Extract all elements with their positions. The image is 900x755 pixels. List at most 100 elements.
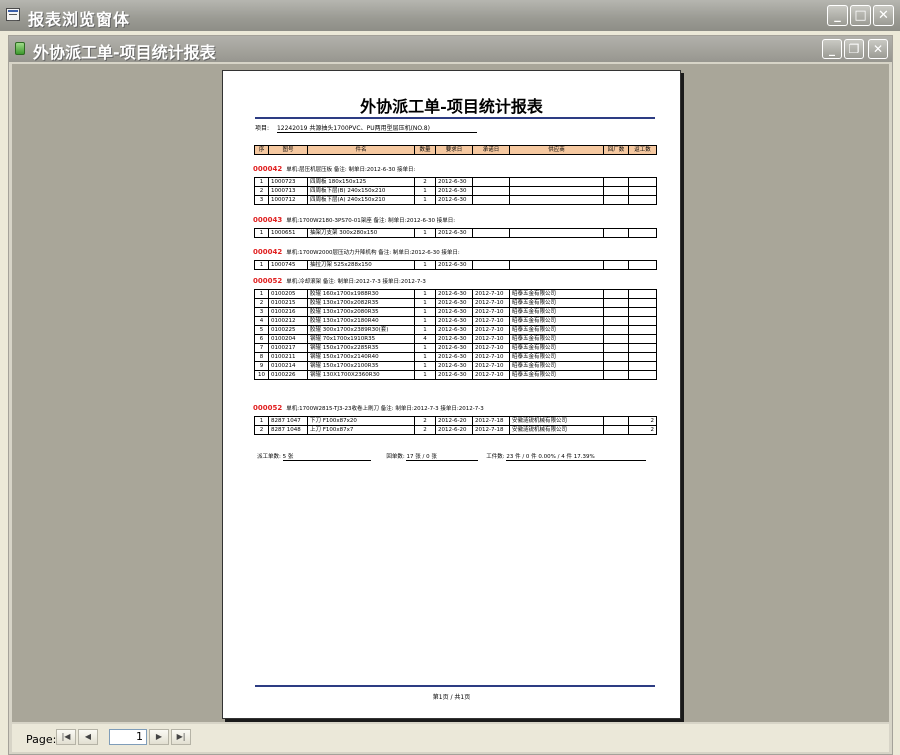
table-cell [628, 334, 657, 344]
group-table: 1 1000745 抽拉刀架 525x288x150 1 2012-6-30 [254, 260, 657, 270]
table-cell: 2012-7-18 [472, 416, 510, 426]
table-cell [603, 186, 629, 196]
table-cell [628, 177, 657, 187]
table-cell: 7 [254, 343, 269, 353]
table-cell: 2012-6-30 [435, 260, 473, 270]
table-cell: 2012-6-30 [435, 228, 473, 238]
table-cell: 昭泰五金有限公司 [509, 343, 604, 353]
table-cell [603, 316, 629, 326]
table-cell: 1 [414, 289, 436, 299]
child-minimize-button[interactable]: _ [822, 39, 842, 59]
table-row: 4 0100212 胶辊 130x1700x2180R40 1 2012-6-30 201… [254, 316, 657, 326]
table-cell [603, 425, 629, 435]
minimize-button[interactable]: _ [827, 5, 848, 26]
table-cell: 1 [414, 361, 436, 371]
child-title-bar: 外协派工单-项目统计报表 _ ❐ ✕ [9, 36, 892, 62]
table-cell [603, 416, 629, 426]
table-cell: 2012-6-20 [435, 416, 473, 426]
page-number-input[interactable]: 1 [109, 729, 147, 745]
table-cell: 1 [414, 298, 436, 308]
table-cell: 下刀 F100x87x20 [307, 416, 415, 426]
table-cell: 1 [414, 186, 436, 196]
table-cell: 0100217 [268, 343, 308, 353]
table-cell [628, 361, 657, 371]
table-cell: 1 [414, 325, 436, 335]
table-cell: 2012-6-30 [435, 195, 473, 205]
table-cell [509, 195, 604, 205]
table-cell [603, 370, 629, 380]
column-header: 序 [254, 145, 269, 155]
group-header: 000042 单机:1700W2000层压动力升降机构 备注: 制单日:2012-… [253, 248, 460, 256]
maximize-button[interactable]: □ [850, 5, 871, 26]
app-title-bar: 报表浏览窗体 _ □ ✕ [0, 0, 900, 31]
child-restore-button[interactable]: ❐ [844, 39, 864, 59]
table-cell [509, 177, 604, 187]
group-info: 单机:1700W2000层压动力升降机构 备注: 制单日:2012-6-30 接… [286, 250, 460, 256]
table-cell [628, 195, 657, 205]
table-row: 1 0100205 胶辊 160x1700x1988R30 1 2012-6-30 201… [254, 289, 657, 299]
table-cell: 4 [254, 316, 269, 326]
table-cell: 钢辊 70x1700x1910R35 [307, 334, 415, 344]
table-cell [472, 195, 510, 205]
table-cell [603, 361, 629, 371]
print-preview-area[interactable]: 外协派工单-项目统计报表 项目: 12242019 共源抽头1700PVC、PU… [12, 64, 889, 722]
table-cell [628, 370, 657, 380]
table-cell [603, 307, 629, 317]
table-cell: 10 [254, 370, 269, 380]
last-page-button[interactable]: ▶| [171, 729, 191, 745]
table-cell: 1000651 [268, 228, 308, 238]
column-header: 图号 [268, 145, 308, 155]
table-cell: 0100214 [268, 361, 308, 371]
table-cell: 2 [254, 298, 269, 308]
table-cell: 昭泰五金有限公司 [509, 361, 604, 371]
table-cell: 2012-7-10 [472, 298, 510, 308]
table-cell: 上刀 F100x87x7 [307, 425, 415, 435]
table-cell [603, 343, 629, 353]
table-cell: 4 [414, 334, 436, 344]
table-cell: 昭泰五金有限公司 [509, 325, 604, 335]
document-icon [15, 42, 25, 55]
table-cell [628, 186, 657, 196]
table-cell: 2012-7-10 [472, 361, 510, 371]
table-cell: 2012-7-10 [472, 316, 510, 326]
table-cell: 2012-6-20 [435, 425, 473, 435]
group-table: 1 0100205 胶辊 160x1700x1988R30 1 2012-6-30 201… [254, 289, 657, 380]
table-cell [628, 289, 657, 299]
next-page-button[interactable]: ▶ [149, 729, 169, 745]
table-cell: 胶辊 300x1700x2389R30(套) [307, 325, 415, 335]
table-cell: 2012-6-30 [435, 298, 473, 308]
table-cell: 1 [414, 343, 436, 353]
table-row: 1 8287 1047 下刀 F100x87x20 2 2012-6-20 2012-7-… [254, 416, 657, 426]
table-cell: 5 [254, 325, 269, 335]
table-cell [628, 307, 657, 317]
project-value: 12242019 共源抽头1700PVC、PU两用型层压机(NO.8) [276, 123, 477, 133]
group-info: 单机:1700W2815-TJ3-23收卷上刷刀 备注: 制单日:2012-7-… [286, 406, 484, 412]
child-close-button[interactable]: ✕ [868, 39, 888, 59]
order-number: 000042 [253, 248, 283, 256]
first-page-button[interactable]: |◀ [56, 729, 76, 745]
table-cell: 2012-6-30 [435, 316, 473, 326]
group-table: 1 1000723 四周板 180x150x125 2 2012-6-30 2 100071… [254, 177, 657, 205]
table-cell [628, 228, 657, 238]
table-cell: 2012-6-30 [435, 325, 473, 335]
prev-page-button[interactable]: ◀ [78, 729, 98, 745]
order-number: 000052 [253, 277, 283, 285]
table-row: 9 0100214 钢辊 150x1700x2100R35 1 2012-6-30 201… [254, 361, 657, 371]
table-cell: 0100216 [268, 307, 308, 317]
table-cell: 9 [254, 361, 269, 371]
column-header: 承诺日 [472, 145, 510, 155]
table-cell: 1 [414, 352, 436, 362]
table-cell [472, 186, 510, 196]
table-cell [509, 186, 604, 196]
table-cell: 2012-6-30 [435, 334, 473, 344]
group-info: 单机:冷却滚架 备注: 制单日:2012-7-3 接单日:2012-7-3 [286, 279, 426, 285]
table-cell: 昭泰五金有限公司 [509, 334, 604, 344]
group-header: 000052 单机:1700W2815-TJ3-23收卷上刷刀 备注: 制单日:2… [253, 404, 484, 412]
table-cell [603, 334, 629, 344]
table-cell [628, 352, 657, 362]
close-button[interactable]: ✕ [873, 5, 894, 26]
table-cell: 1 [254, 260, 269, 270]
report-header-table: 序图号 件名 数量 要求日 承诺日 供应商 回厂数 返工数 [254, 145, 657, 155]
table-cell: 2012-6-30 [435, 186, 473, 196]
table-cell: 钢辊 150x1700x2100R35 [307, 361, 415, 371]
